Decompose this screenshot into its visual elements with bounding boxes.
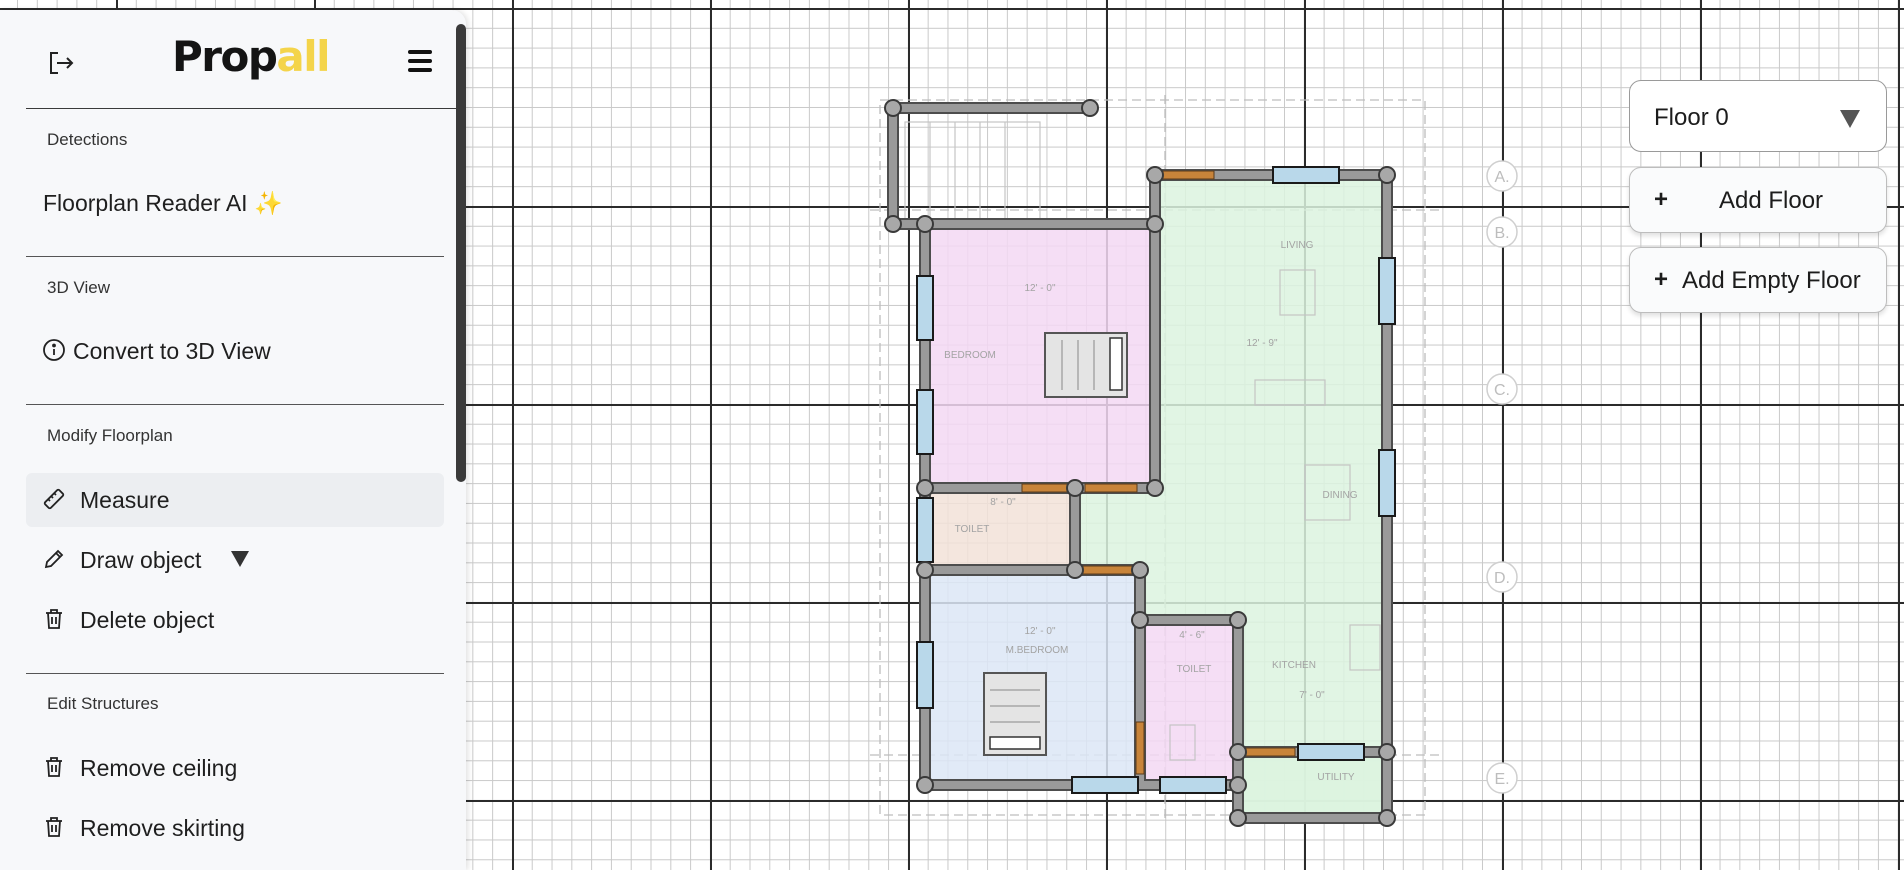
bed-2[interactable] [983,672,1047,756]
dim-1: 12' - 0" [1024,283,1055,294]
sidebar-scrollbar[interactable] [456,24,466,482]
convert-to-3d-button[interactable]: Convert to 3D View [26,324,444,378]
dim-6: 7' - 0" [1299,690,1325,701]
label-dining: DINING [1323,490,1358,501]
trash-icon [46,609,62,629]
draw-object-button[interactable]: Draw object [26,533,444,587]
label-toilet-2: TOILET [1177,664,1212,675]
floor-select[interactable]: Floor 0 [1629,80,1887,152]
dim-3: 12' - 0" [1024,626,1055,637]
hamburger-icon[interactable] [408,50,432,72]
grid-markers [1486,160,1518,794]
stairs [904,121,1041,223]
section-title-detections: Detections [47,130,128,149]
remove-ceiling-button[interactable]: Remove ceiling [26,741,444,795]
trash-icon [46,757,62,777]
trash-icon [46,817,62,837]
grid-label-e: E. [1494,771,1509,788]
label-toilet-1: TOILET [955,524,990,535]
floorplan-reader-ai-button[interactable]: Floorplan Reader AI ✨ [26,176,444,230]
grid-label-b: B. [1494,225,1509,242]
dim-4: 8' - 0" [990,497,1016,508]
sidebar: Propall Detections Floorplan Reader AI ✨… [0,10,466,870]
room-utility[interactable] [1238,752,1387,818]
plus-icon: + [1654,186,1669,213]
dim-5: 4' - 6" [1179,630,1205,641]
grid-label-d: D. [1494,570,1510,587]
pencil-icon [44,549,64,569]
plus-icon: + [1654,266,1669,293]
section-title-3d-view: 3D View [47,278,110,297]
label-kitchen: KITCHEN [1272,660,1316,671]
chevron-down-icon [1840,110,1860,128]
label-bedroom: BEDROOM [944,350,996,361]
app-logo: Propall [172,32,331,81]
delete-object-button[interactable]: Delete object [26,593,444,647]
add-empty-floor-button[interactable]: + Add Empty Floor [1629,247,1887,313]
grid-label-a: A. [1494,169,1509,186]
remove-skirting-button[interactable]: Remove skirting [26,801,444,855]
grid-label-c: C. [1494,382,1510,399]
section-title-modify-floorplan: Modify Floorplan [47,426,173,445]
label-utility: UTILITY [1317,772,1355,783]
dim-2: 12' - 9" [1246,338,1277,349]
logout-icon[interactable] [46,48,76,78]
label-m-bedroom: M.BEDROOM [1006,645,1069,656]
draw-object-dropdown-icon[interactable] [231,551,249,567]
measure-button[interactable]: Measure [26,473,444,527]
ruler-icon [43,488,65,510]
section-title-edit-structures: Edit Structures [47,694,159,713]
floor-select-value: Floor 0 [1654,104,1729,131]
bed-1[interactable] [1044,332,1128,398]
info-icon [43,339,65,361]
add-floor-button[interactable]: + Add Floor [1629,167,1887,233]
sidebar-header: Propall [26,10,456,109]
label-living: LIVING [1281,240,1314,251]
